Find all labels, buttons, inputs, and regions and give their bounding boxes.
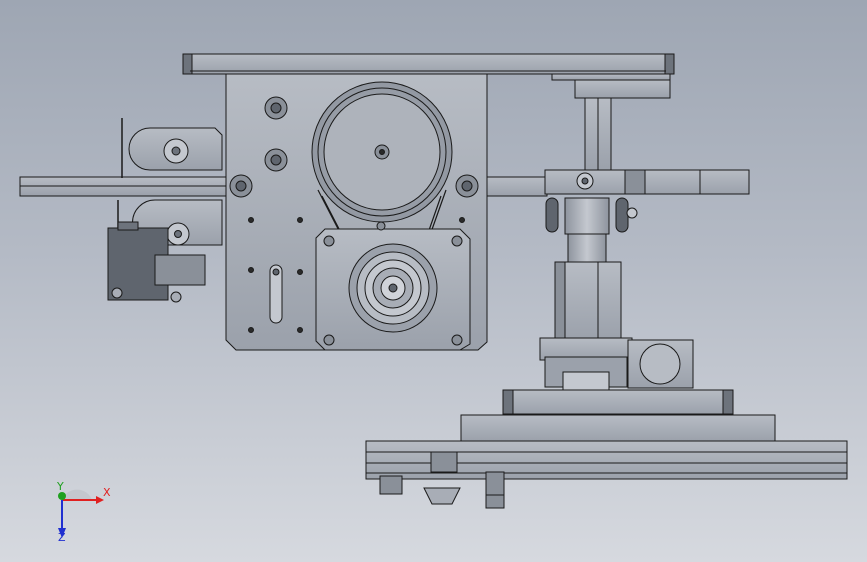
- roller-bearings[interactable]: [545, 197, 638, 263]
- x-axis-label: X: [103, 486, 111, 499]
- linear-guide-block[interactable]: [539, 337, 694, 391]
- coordinate-triad: X Y Z: [44, 478, 124, 548]
- top-plate[interactable]: [182, 53, 675, 75]
- z-axis-label: Z: [58, 531, 66, 544]
- right-arm[interactable]: [486, 169, 750, 197]
- stepper-motor[interactable]: [315, 221, 471, 351]
- triad-axes: [58, 489, 104, 538]
- large-pulley[interactable]: [311, 81, 453, 223]
- vertical-column[interactable]: [554, 261, 622, 341]
- right-bracket[interactable]: [551, 73, 671, 171]
- cad-3d-viewport[interactable]: X Y Z: [0, 0, 867, 562]
- y-axis-label: Y: [57, 480, 64, 493]
- assembly-model-view[interactable]: [0, 0, 867, 562]
